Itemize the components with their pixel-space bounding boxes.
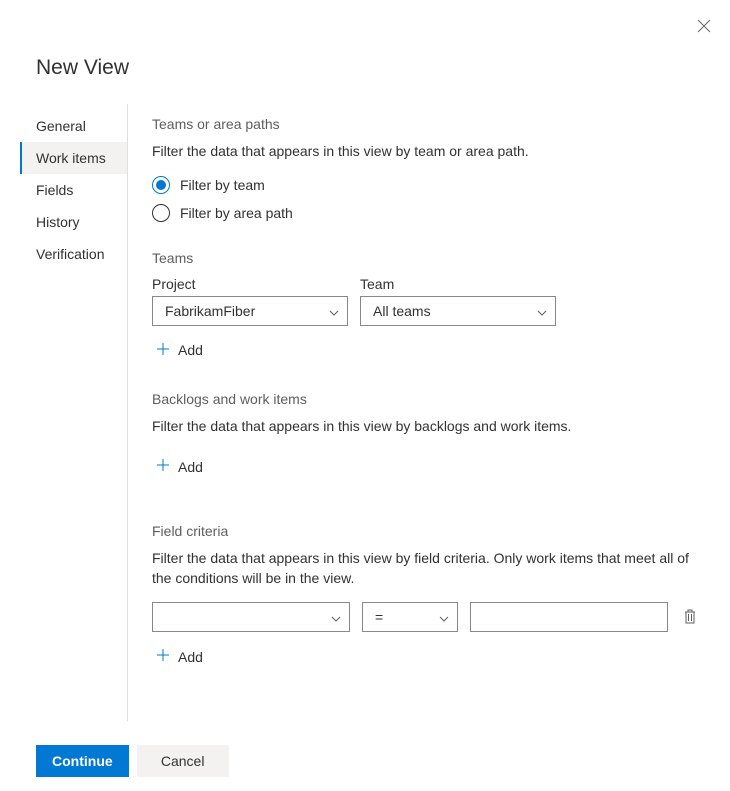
project-label: Project [152, 276, 348, 292]
radio-filter-by-area-path[interactable]: Filter by area path [152, 204, 706, 222]
project-dropdown[interactable]: FabrikamFiber [152, 296, 348, 326]
radio-filter-by-team[interactable]: Filter by team [152, 176, 706, 194]
sidebar-item-label: Work items [36, 150, 106, 166]
teams-header-row: Project FabrikamFiber Team All teams [152, 276, 706, 326]
sidebar-item-work-items[interactable]: Work items [20, 142, 127, 174]
plus-icon [156, 648, 170, 665]
section-desc-field-criteria: Filter the data that appears in this vie… [152, 549, 706, 588]
plus-icon [156, 342, 170, 359]
radio-icon [152, 204, 170, 222]
plus-icon [156, 458, 170, 475]
add-label: Add [178, 342, 203, 358]
cancel-button[interactable]: Cancel [137, 745, 229, 777]
footer: Continue Cancel [36, 745, 229, 777]
sidebar-item-verification[interactable]: Verification [20, 238, 127, 270]
chevron-down-icon [329, 303, 339, 319]
section-heading-backlogs: Backlogs and work items [152, 391, 706, 407]
sidebar-item-history[interactable]: History [20, 206, 127, 238]
section-desc-teams-area-paths: Filter the data that appears in this vie… [152, 142, 706, 162]
close-icon[interactable] [694, 16, 714, 36]
chevron-down-icon [331, 609, 341, 625]
criteria-value-dropdown[interactable] [470, 602, 668, 632]
continue-button[interactable]: Continue [36, 745, 129, 777]
add-label: Add [178, 649, 203, 665]
add-label: Add [178, 459, 203, 475]
sidebar: General Work items Fields History Verifi… [20, 104, 128, 721]
sidebar-item-label: History [36, 214, 80, 230]
dropdown-value: = [375, 609, 383, 625]
radio-label: Filter by team [180, 177, 265, 193]
section-heading-teams: Teams [152, 250, 706, 266]
sidebar-item-general[interactable]: General [20, 110, 127, 142]
team-dropdown[interactable]: All teams [360, 296, 556, 326]
chevron-down-icon [439, 609, 449, 625]
sidebar-item-label: Fields [36, 182, 73, 198]
chevron-down-icon [537, 303, 547, 319]
radio-icon [152, 176, 170, 194]
main-panel: Teams or area paths Filter the data that… [128, 104, 730, 721]
section-heading-teams-area-paths: Teams or area paths [152, 116, 706, 132]
add-team-button[interactable]: Add [152, 334, 706, 367]
dropdown-value: FabrikamFiber [165, 303, 255, 319]
layout: General Work items Fields History Verifi… [20, 104, 730, 721]
section-desc-backlogs: Filter the data that appears in this vie… [152, 417, 706, 437]
section-heading-field-criteria: Field criteria [152, 523, 706, 539]
dropdown-value: All teams [373, 303, 431, 319]
add-criteria-button[interactable]: Add [152, 640, 706, 673]
page-title: New View [36, 56, 129, 80]
criteria-operator-dropdown[interactable]: = [362, 602, 458, 632]
radio-label: Filter by area path [180, 205, 293, 221]
team-label: Team [360, 276, 556, 292]
criteria-row: = [152, 602, 706, 632]
sidebar-item-label: General [36, 118, 86, 134]
delete-criteria-button[interactable] [680, 608, 700, 627]
sidebar-item-fields[interactable]: Fields [20, 174, 127, 206]
criteria-field-dropdown[interactable] [152, 602, 350, 632]
trash-icon [683, 608, 697, 627]
add-backlog-button[interactable]: Add [152, 450, 706, 483]
sidebar-item-label: Verification [36, 246, 104, 262]
